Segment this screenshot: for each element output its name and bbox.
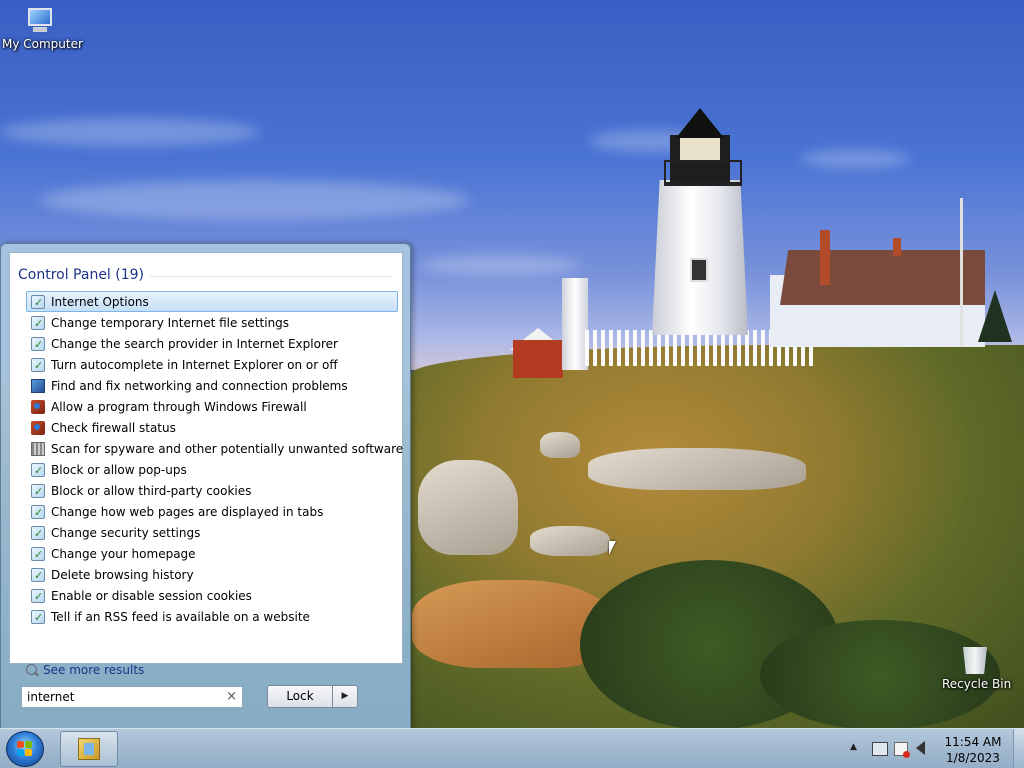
result-item[interactable]: Block or allow third-party cookies [26,480,398,502]
result-item[interactable]: Allow a program through Windows Firewall [26,396,398,417]
results-list: Internet Options Change temporary Intern… [26,291,403,628]
result-label: Enable or disable session cookies [51,589,252,603]
result-item[interactable]: Tell if an RSS feed is available on a we… [26,606,398,628]
system-clock[interactable]: 11:54 AM 1/8/2023 [934,734,1012,766]
rock [530,526,610,556]
clock-time: 11:54 AM [944,735,1002,749]
result-item[interactable]: Enable or disable session cookies [26,585,398,607]
cloud [800,150,910,168]
result-item[interactable]: Scan for spyware and other potentially u… [26,438,403,459]
result-label: Block or allow pop-ups [51,463,187,477]
header-divider [150,276,392,277]
search-input[interactable] [27,688,217,706]
internet-options-icon [31,355,45,376]
taskbar: ▲ 11:54 AM 1/8/2023 [0,728,1024,768]
internet-options-icon [31,523,45,544]
internet-options-icon [31,544,45,565]
result-label: Change temporary Internet file settings [51,316,290,330]
lighthouse-window [690,258,708,282]
result-item[interactable]: Change the search provider in Internet E… [26,333,398,355]
mouse-cursor-icon [609,541,616,555]
result-label: Internet Options [51,295,149,309]
rock [418,460,518,555]
see-more-label: See more results [43,663,145,677]
internet-options-icon [31,607,45,628]
result-item[interactable]: Check firewall status [26,417,398,438]
lighthouse-cap [676,108,724,138]
internet-options-icon [31,334,45,355]
internet-options-icon [31,292,45,313]
windows-explorer-icon [78,738,100,760]
chimney [820,230,830,285]
defender-icon [31,442,45,456]
cloud [40,180,470,220]
result-label: Block or allow third-party cookies [51,484,252,498]
result-label: Turn autocomplete in Internet Explorer o… [51,358,338,372]
search-icon [26,664,37,675]
volume-icon[interactable] [916,741,925,755]
start-search-box[interactable]: × [21,686,243,708]
desktop-icon-label: My Computer [2,37,83,51]
result-item[interactable]: Change your homepage [26,543,398,565]
firewall-icon [31,400,45,414]
result-item[interactable]: Delete browsing history [26,564,398,586]
result-item[interactable]: Change security settings [26,522,398,544]
result-label: Find and fix networking and connection p… [51,379,348,393]
action-center-icon[interactable] [894,742,910,758]
result-label: Change the search provider in Internet E… [51,337,338,351]
power-options-arrow-icon[interactable]: ▶ [332,685,358,708]
result-label: Check firewall status [51,421,176,435]
network-tray-icon[interactable] [872,742,888,756]
result-label: Change security settings [51,526,201,540]
desktop-icon-recycle-bin[interactable]: Recycle Bin [942,644,1012,691]
house-roof [780,250,985,305]
result-item-internet-options[interactable]: Internet Options [26,291,398,313]
result-label: Change how web pages are displayed in ta… [51,505,324,519]
result-label: Delete browsing history [51,568,194,582]
start-button[interactable] [6,731,44,767]
see-more-results-link[interactable]: See more results [26,663,144,677]
result-label: Scan for spyware and other potentially u… [51,442,404,456]
result-item[interactable]: Find and fix networking and connection p… [26,375,398,396]
cloud [420,255,580,275]
result-item[interactable]: Change temporary Internet file settings [26,312,398,334]
search-results-pane: Control Panel (19) Internet Options Chan… [9,252,403,677]
lighthouse-railing [664,160,742,186]
show-hidden-icons-icon[interactable]: ▲ [850,742,857,752]
cloud [0,118,260,146]
red-shed [513,340,563,378]
taskbar-explorer-button[interactable] [60,731,118,767]
rock [540,432,580,458]
result-label: Allow a program through Windows Firewall [51,400,307,414]
result-label: Change your homepage [51,547,196,561]
show-desktop-button[interactable] [1013,729,1024,768]
internet-options-icon [31,460,45,481]
result-label: Tell if an RSS feed is available on a we… [51,610,310,624]
firewall-icon [31,421,45,435]
lighthouse-glass [680,138,720,160]
result-item[interactable]: Turn autocomplete in Internet Explorer o… [26,354,398,376]
internet-options-icon [31,481,45,502]
computer-icon [25,8,55,34]
network-icon [31,379,45,393]
start-menu: Control Panel (19) Internet Options Chan… [0,243,411,729]
result-item[interactable]: Block or allow pop-ups [26,459,398,481]
internet-options-icon [31,586,45,607]
clear-search-icon[interactable]: × [226,689,237,704]
result-item[interactable]: Change how web pages are displayed in ta… [26,501,398,523]
lock-button[interactable]: Lock [267,685,333,708]
clock-date: 1/8/2023 [946,751,1000,765]
results-group-header[interactable]: Control Panel (19) [18,267,144,283]
chimney [893,238,901,256]
windows-logo-icon [17,741,33,757]
internet-options-icon [31,502,45,523]
internet-options-icon [31,565,45,586]
rock [588,448,806,490]
desktop-icon-my-computer[interactable]: My Computer [2,8,83,51]
flag-pole [960,198,963,346]
internet-options-icon [31,313,45,334]
desktop-icon-label: Recycle Bin [942,677,1012,691]
recycle-bin-icon [963,647,987,674]
